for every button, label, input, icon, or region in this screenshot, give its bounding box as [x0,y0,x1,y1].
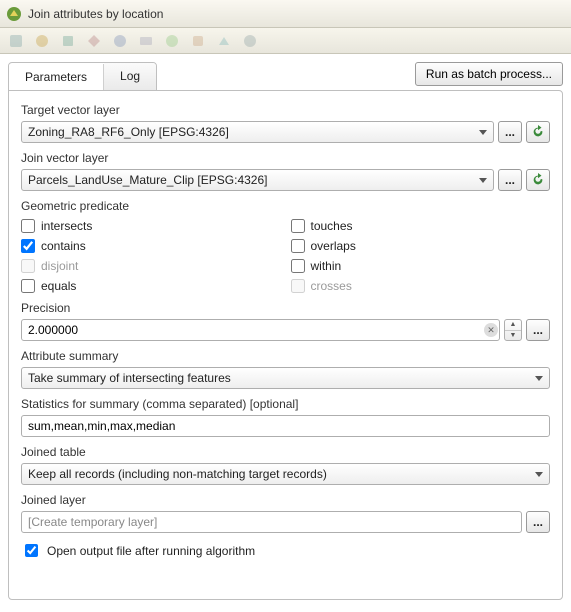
toolbar-icon [190,33,206,49]
reload-icon [531,173,545,187]
toolbar-icon [164,33,180,49]
toolbar-icon [216,33,232,49]
joined-table-value: Keep all records (including non-matching… [28,467,327,481]
target-layer-reload-button[interactable] [526,121,550,143]
chevron-down-icon [479,130,487,135]
precision-options-button[interactable]: ... [526,319,550,341]
join-layer-browse-button[interactable]: ... [498,169,522,191]
dialog-content: Parameters Log Run as batch process... T… [0,54,571,612]
spinner-up-icon[interactable]: ▲ [505,320,521,331]
tab-parameters[interactable]: Parameters [9,64,104,91]
predicate-equals-checkbox[interactable] [21,279,35,293]
predicate-touches[interactable]: touches [291,219,551,233]
open-output-checkbox-row[interactable]: Open output file after running algorithm [21,541,550,560]
geom-predicate-label: Geometric predicate [21,199,550,213]
predicate-within-checkbox[interactable] [291,259,305,273]
precision-label: Precision [21,301,550,315]
join-layer-combo[interactable]: Parcels_LandUse_Mature_Clip [EPSG:4326] [21,169,494,191]
predicate-touches-checkbox[interactable] [291,219,305,233]
attr-summary-combo[interactable]: Take summary of intersecting features [21,367,550,389]
run-as-batch-button[interactable]: Run as batch process... [415,62,563,86]
target-layer-label: Target vector layer [21,103,550,117]
join-layer-label: Join vector layer [21,151,550,165]
predicate-intersects[interactable]: intersects [21,219,281,233]
stats-summary-label: Statistics for summary (comma separated)… [21,397,550,411]
predicate-contains-checkbox[interactable] [21,239,35,253]
spinner-down-icon[interactable]: ▼ [505,331,521,341]
join-layer-reload-button[interactable] [526,169,550,191]
app-toolbar [0,28,571,54]
predicate-intersects-checkbox[interactable] [21,219,35,233]
predicate-equals[interactable]: equals [21,279,281,293]
joined-layer-input[interactable] [21,511,522,533]
predicate-crosses: crosses [291,279,551,293]
joined-layer-browse-button[interactable]: ... [526,511,550,533]
stats-summary-input[interactable] [21,415,550,437]
open-output-checkbox[interactable] [25,544,38,557]
target-layer-combo[interactable]: Zoning_RA8_RF6_Only [EPSG:4326] [21,121,494,143]
joined-table-label: Joined table [21,445,550,459]
predicate-within[interactable]: within [291,259,551,273]
predicates-grid: intersects touches contains overlaps dis… [21,219,550,293]
target-layer-value: Zoning_RA8_RF6_Only [EPSG:4326] [28,125,229,139]
predicate-contains[interactable]: contains [21,239,281,253]
reload-icon [531,125,545,139]
toolbar-icon [34,33,50,49]
app-icon [6,6,22,22]
window-title: Join attributes by location [28,7,163,21]
predicate-disjoint-checkbox [21,259,35,273]
toolbar-icon [86,33,102,49]
open-output-label: Open output file after running algorithm [47,544,255,558]
chevron-down-icon [535,376,543,381]
attr-summary-label: Attribute summary [21,349,550,363]
toolbar-icon [112,33,128,49]
joined-layer-label: Joined layer [21,493,550,507]
chevron-down-icon [535,472,543,477]
titlebar: Join attributes by location [0,0,571,28]
predicate-overlaps-checkbox[interactable] [291,239,305,253]
precision-input[interactable] [21,319,500,341]
precision-clear-button[interactable]: ✕ [484,323,498,337]
precision-spinner[interactable]: ▲ ▼ [504,319,522,341]
attr-summary-value: Take summary of intersecting features [28,371,231,385]
predicate-overlaps[interactable]: overlaps [291,239,551,253]
chevron-down-icon [479,178,487,183]
toolbar-icon [138,33,154,49]
toolbar-icon [242,33,258,49]
tab-bar: Parameters Log [8,62,157,91]
toolbar-icon [60,33,76,49]
predicate-crosses-checkbox [291,279,305,293]
joined-table-combo[interactable]: Keep all records (including non-matching… [21,463,550,485]
tab-log[interactable]: Log [104,63,156,90]
toolbar-icon [8,33,24,49]
predicate-disjoint: disjoint [21,259,281,273]
target-layer-browse-button[interactable]: ... [498,121,522,143]
join-layer-value: Parcels_LandUse_Mature_Clip [EPSG:4326] [28,173,267,187]
parameters-panel: Target vector layer Zoning_RA8_RF6_Only … [8,90,563,600]
